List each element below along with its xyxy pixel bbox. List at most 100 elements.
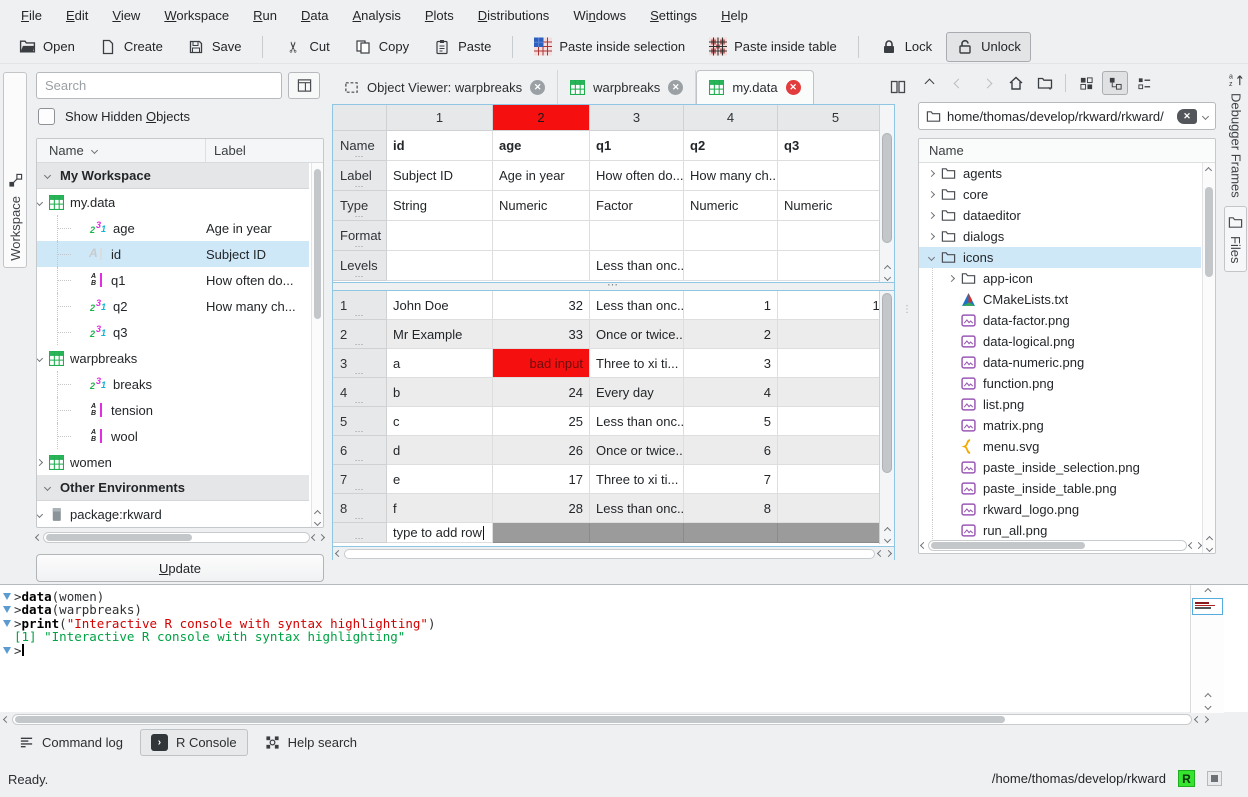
home-button[interactable] <box>1003 71 1029 95</box>
clear-path-icon[interactable]: ✕ <box>1177 109 1197 124</box>
data-cell[interactable]: 6 <box>684 436 778 465</box>
sync-folder-button[interactable] <box>1032 71 1058 95</box>
file-item-agents[interactable]: agents <box>919 163 1201 184</box>
menu-edit[interactable]: Edit <box>55 4 99 27</box>
expand-icon[interactable] <box>36 198 43 205</box>
meta-cell[interactable]: Subject ID <box>387 161 493 191</box>
search-input[interactable] <box>36 72 282 99</box>
menu-windows[interactable]: Windows <box>562 4 637 27</box>
row-header-6[interactable]: 6⋯ <box>333 436 387 465</box>
file-item-app-icon[interactable]: app-icon <box>919 268 1201 289</box>
data-cell[interactable]: 5 <box>778 436 894 465</box>
tree-item-women[interactable]: women <box>37 449 309 475</box>
editor-hscrollbar[interactable] <box>333 546 894 560</box>
tree-item-age[interactable]: 231 ageAge in year <box>37 215 309 241</box>
console-hscrollbar[interactable] <box>0 712 1212 726</box>
data-cell[interactable]: 33 <box>493 320 590 349</box>
update-button[interactable]: Update <box>36 554 324 582</box>
tree-item-warpbreaks[interactable]: warpbreaks <box>37 345 309 371</box>
file-item-list.png[interactable]: list.png <box>919 394 1201 415</box>
tree-item-breaks[interactable]: 231 breaks <box>37 371 309 397</box>
data-cell[interactable]: Once or twice... <box>590 436 684 465</box>
tool-tab-r-console[interactable]: ›R Console <box>140 729 248 756</box>
meta-row-levels[interactable]: Levels⋯ <box>333 251 387 281</box>
column-header-5[interactable]: 5 <box>778 105 894 131</box>
close-tab-icon[interactable]: ✕ <box>786 80 801 95</box>
back-button[interactable] <box>945 71 971 95</box>
console-minimap[interactable] <box>1190 585 1224 713</box>
tree-view-button[interactable] <box>1102 71 1128 95</box>
tree-item-q1[interactable]: AB q1How often do... <box>37 267 309 293</box>
meta-row-format[interactable]: Format⋯ <box>333 221 387 251</box>
meta-cell[interactable] <box>590 221 684 251</box>
icons-view-button[interactable] <box>1073 71 1099 95</box>
tool-tab-command-log[interactable]: Command log <box>8 730 134 755</box>
data-cell[interactable]: 24 <box>493 378 590 407</box>
row-header-2[interactable]: 2⋯ <box>333 320 387 349</box>
toolbar-unlock-button[interactable]: Unlock <box>946 32 1031 62</box>
data-cell[interactable]: Every day <box>590 378 684 407</box>
tab-my-data[interactable]: my.data ✕ <box>696 70 813 104</box>
tree-item-tension[interactable]: AB tension <box>37 397 309 423</box>
tab-object-viewer-warpbreaks[interactable]: Object Viewer: warpbreaks ✕ <box>332 70 558 104</box>
meta-cell[interactable] <box>778 251 894 281</box>
panel-options-button[interactable] <box>288 72 320 99</box>
data-cell[interactable]: 28 <box>493 494 590 523</box>
object-tree-vscrollbar[interactable] <box>311 163 323 527</box>
row-header-1[interactable]: 1⋯ <box>333 291 387 320</box>
show-hidden-checkbox[interactable] <box>38 108 55 125</box>
row-header-4[interactable]: 4⋯ <box>333 378 387 407</box>
data-cell[interactable]: e <box>387 465 493 494</box>
meta-cell[interactable]: q2 <box>684 131 778 161</box>
file-item-function.png[interactable]: function.png <box>919 373 1201 394</box>
data-cell[interactable]: Mr Example <box>387 320 493 349</box>
meta-cell[interactable] <box>493 221 590 251</box>
file-item-run_all.png[interactable]: run_all.png <box>919 520 1201 541</box>
column-header-4[interactable]: 4 <box>684 105 778 131</box>
toolbar-paste-button[interactable]: Paste <box>423 32 501 62</box>
collapse-icon[interactable] <box>44 484 51 491</box>
file-item-dataeditor[interactable]: dataeditor <box>919 205 1201 226</box>
stop-engine-button[interactable] <box>1207 771 1222 786</box>
data-cell[interactable]: d <box>387 436 493 465</box>
meta-cell[interactable]: Age in year <box>493 161 590 191</box>
menu-run[interactable]: Run <box>242 4 288 27</box>
expand-icon[interactable] <box>36 458 43 465</box>
tool-tab-help-search[interactable]: Help search <box>254 730 368 755</box>
up-button[interactable] <box>916 71 942 95</box>
file-name-column-header[interactable]: Name <box>929 143 964 158</box>
file-item-data-numeric.png[interactable]: data-numeric.png <box>919 352 1201 373</box>
expand-icon[interactable] <box>928 170 935 177</box>
toolbar-save-button[interactable]: Save <box>177 32 252 62</box>
toolbar-paste-inside-table-button[interactable]: Paste inside table <box>699 32 847 62</box>
expand-icon[interactable] <box>928 254 935 261</box>
file-item-dialogs[interactable]: dialogs <box>919 226 1201 247</box>
file-item-icons[interactable]: icons <box>919 247 1201 268</box>
tab-files[interactable]: Files <box>1224 206 1247 272</box>
expand-icon[interactable] <box>928 212 935 219</box>
data-cell[interactable]: 25 <box>493 407 590 436</box>
data-cell[interactable]: 3 <box>684 349 778 378</box>
name-column-header[interactable]: Name <box>49 143 84 158</box>
expand-icon[interactable] <box>948 275 955 282</box>
expand-icon[interactable] <box>928 191 935 198</box>
data-cell[interactable]: 8 <box>684 494 778 523</box>
data-cell[interactable]: 6 <box>778 407 894 436</box>
menu-settings[interactable]: Settings <box>639 4 708 27</box>
menu-plots[interactable]: Plots <box>414 4 465 27</box>
scrollbar-thumb[interactable] <box>882 293 892 473</box>
scrollbar-thumb[interactable] <box>314 169 321 319</box>
toolbar-cut-button[interactable]: ✂ Cut <box>274 32 339 62</box>
tab-workspace-vertical[interactable]: Workspace <box>3 72 27 268</box>
file-item-rkward_logo.png[interactable]: rkward_logo.png <box>919 499 1201 520</box>
file-item-data-logical.png[interactable]: data-logical.png <box>919 331 1201 352</box>
file-item-menu.svg[interactable]: menu.svg <box>919 436 1201 457</box>
expand-icon[interactable] <box>36 510 43 517</box>
meta-cell[interactable] <box>778 161 894 191</box>
data-cell[interactable]: a <box>387 349 493 378</box>
meta-cell[interactable]: Numeric <box>778 191 894 221</box>
scroll-left-icon[interactable] <box>35 534 42 541</box>
data-cell[interactable]: f <box>387 494 493 523</box>
meta-cell[interactable] <box>684 221 778 251</box>
menu-workspace[interactable]: Workspace <box>153 4 240 27</box>
